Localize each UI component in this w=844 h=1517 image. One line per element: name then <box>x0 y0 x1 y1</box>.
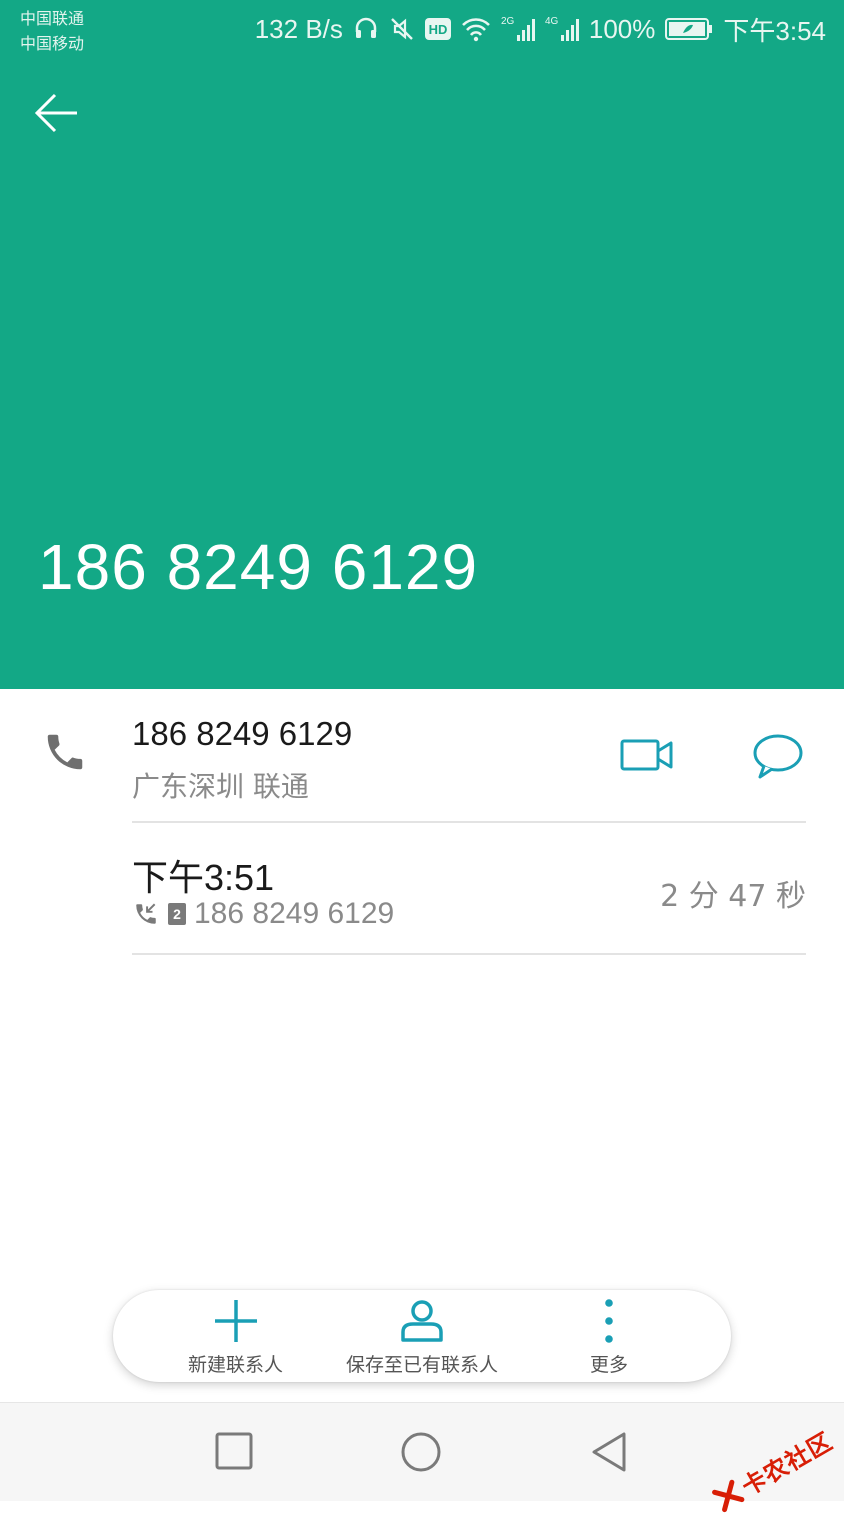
more-vertical-icon <box>605 1299 613 1343</box>
watermark: 卡农社区 <box>708 1422 838 1517</box>
carrier-2: 中国移动 <box>20 34 85 53</box>
headset-icon <box>355 17 377 38</box>
triangle-back-icon <box>592 1432 626 1472</box>
system-nav-bar: 卡农社区 <box>0 1402 844 1512</box>
hd-text: HD <box>429 22 448 37</box>
contact-location: 广东深圳 联通 <box>132 770 309 803</box>
signal-2g-tag: 2G <box>501 16 515 27</box>
video-call-button[interactable] <box>620 737 674 777</box>
mute-icon <box>391 18 413 40</box>
circle-icon <box>401 1432 441 1472</box>
video-camera-icon <box>620 739 673 771</box>
carrier-labels: 中国联通 中国移动 <box>20 6 84 56</box>
person-icon <box>401 1300 443 1342</box>
contact-number: 186 8249 6129 <box>132 715 353 752</box>
recent-apps-button[interactable] <box>214 1431 254 1475</box>
signal-4g-tag: 4G <box>545 16 559 27</box>
battery-icon <box>665 18 713 40</box>
save-to-existing-label: 保存至已有联系人 <box>345 1354 498 1376</box>
header-phone-number: 186 8249 6129 <box>38 531 479 603</box>
back-button[interactable] <box>30 88 82 138</box>
arrow-left-icon <box>34 93 77 133</box>
call-duration: 2 分 47 秒 <box>660 879 806 914</box>
message-bubble-icon <box>753 734 803 779</box>
contact-header: 中国联通 中国移动 132 B/s HD 2G 4G 100% 下午3:54 1… <box>0 0 844 689</box>
incoming-call-icon <box>136 903 156 924</box>
network-speed: 132 B/s <box>254 13 343 44</box>
hd-icon: HD <box>424 18 451 40</box>
bottom-action-bar: 新建联系人 保存至已有联系人 更多 <box>113 1290 731 1382</box>
call-number: 186 8249 6129 <box>194 897 395 930</box>
phone-icon <box>47 734 83 770</box>
home-button[interactable] <box>400 1431 442 1477</box>
call-log-row[interactable]: 下午3:51 2 186 8249 6129 2 分 47 秒 <box>0 823 844 954</box>
signal-4g-icon: 4G <box>545 16 579 41</box>
message-button[interactable] <box>752 733 804 783</box>
divider <box>132 953 806 955</box>
new-contact-button[interactable]: 新建联系人 <box>173 1290 298 1382</box>
nav-back-button[interactable] <box>590 1431 630 1477</box>
battery-percent: 100% <box>588 13 656 44</box>
square-icon <box>215 1432 253 1470</box>
call-time: 下午3:51 <box>132 857 275 898</box>
call-details: 2 186 8249 6129 <box>132 897 394 931</box>
contact-number-row[interactable]: 186 8249 6129 广东深圳 联通 <box>0 689 844 822</box>
carrier-1: 中国联通 <box>20 9 85 28</box>
save-to-existing-button[interactable]: 保存至已有联系人 <box>332 1290 512 1382</box>
wifi-icon <box>461 18 490 42</box>
sim-badge: 2 <box>168 903 186 925</box>
signal-2g-icon: 2G <box>501 16 535 41</box>
plus-icon <box>214 1300 257 1342</box>
watermark-text: 卡农社区 <box>736 1427 838 1502</box>
more-button[interactable]: 更多 <box>579 1290 639 1382</box>
new-contact-label: 新建联系人 <box>187 1354 283 1376</box>
status-bar: 132 B/s HD 2G 4G 100% 下午3:54 <box>255 12 826 46</box>
more-label: 更多 <box>589 1354 628 1376</box>
status-time: 下午3:54 <box>723 15 826 46</box>
